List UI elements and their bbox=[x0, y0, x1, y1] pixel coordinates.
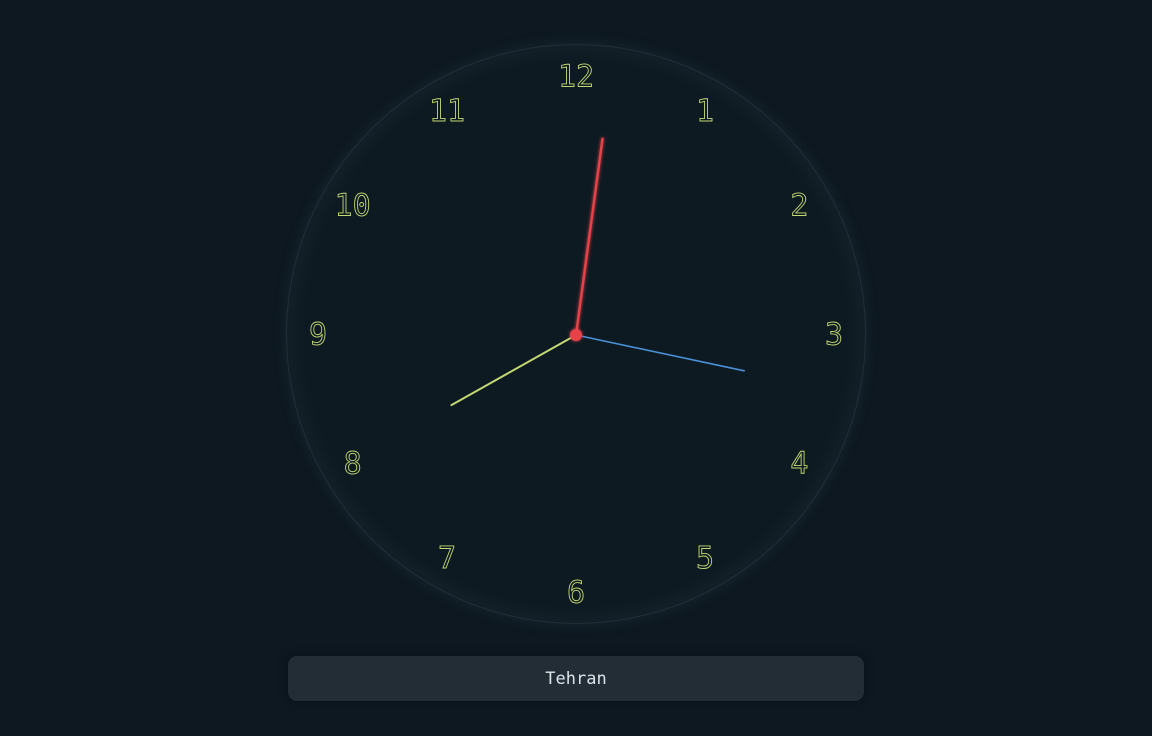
clock-numeral: 4 bbox=[790, 447, 808, 482]
clock-numeral: 1 bbox=[696, 94, 714, 129]
clock-numeral: 12 bbox=[558, 60, 594, 95]
clock-numeral: 3 bbox=[825, 318, 843, 353]
clock-numeral: 7 bbox=[438, 541, 456, 576]
clock-app: 12 1 2 3 4 5 6 7 8 9 10 11 Tehran bbox=[0, 0, 1152, 736]
minute-hand bbox=[574, 137, 604, 337]
hour-hand bbox=[450, 334, 577, 407]
second-hand bbox=[575, 334, 746, 372]
clock-numeral: 2 bbox=[790, 189, 808, 224]
clock-numeral: 9 bbox=[309, 318, 327, 353]
clock-hands bbox=[450, 137, 746, 407]
clock-numeral: 5 bbox=[696, 541, 714, 576]
clock-numeral: 10 bbox=[335, 189, 371, 224]
clock-numeral: 11 bbox=[429, 94, 465, 129]
clock-dial: 121234567891011 bbox=[309, 59, 844, 611]
clock-numeral: 6 bbox=[567, 576, 585, 611]
city-select-button[interactable]: Tehran bbox=[288, 656, 864, 701]
center-cap bbox=[570, 329, 582, 341]
clock-numeral: 8 bbox=[344, 447, 362, 482]
